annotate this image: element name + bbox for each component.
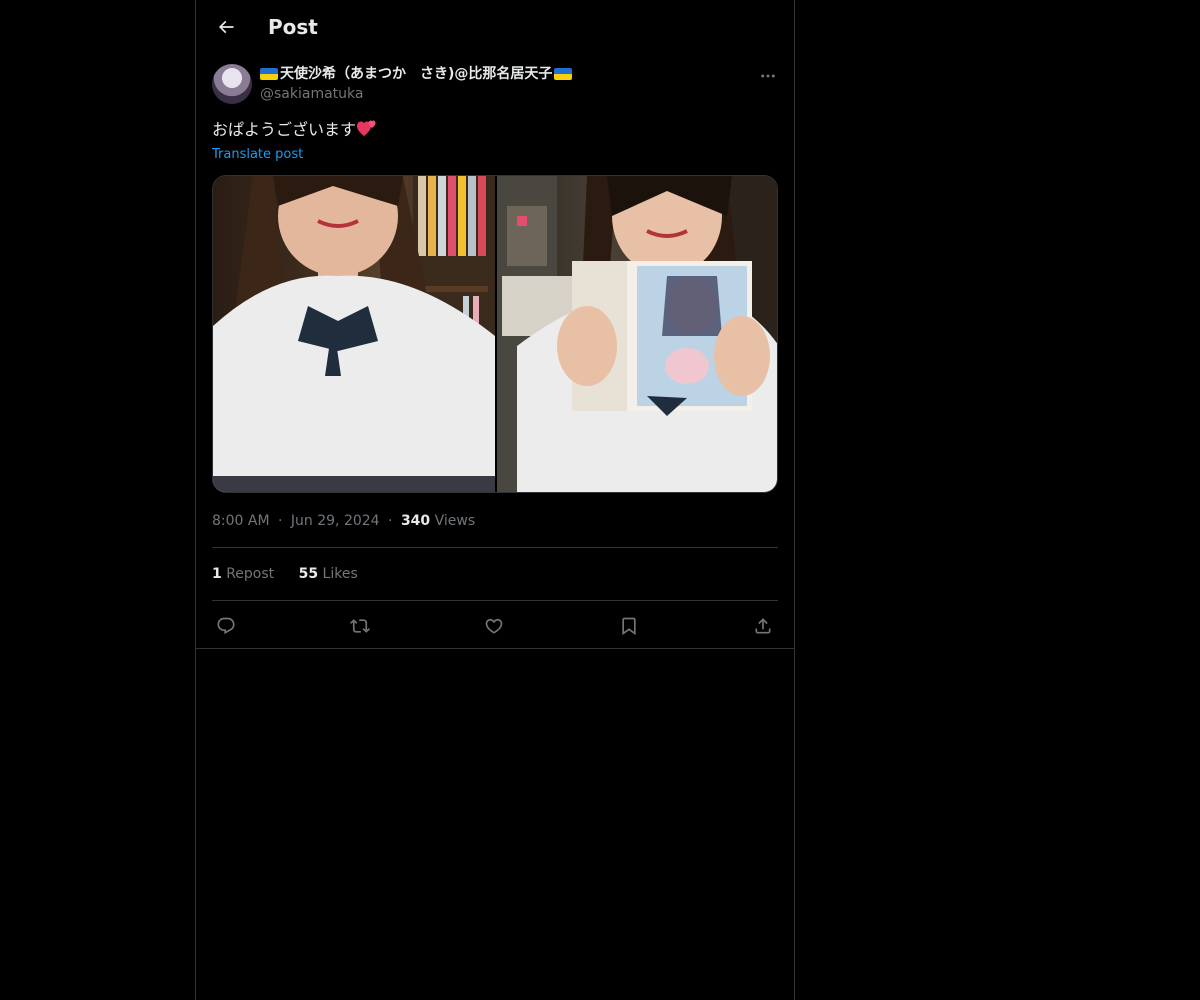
likes-count-link[interactable]: 55 Likes (299, 564, 358, 584)
bookmark-icon (619, 616, 639, 636)
post-detail-column: Post 天使沙希（あまつか さき)@比那名居天子 @sakiamatuka お… (195, 0, 795, 1000)
ukraine-flag-icon (554, 68, 573, 80)
author-handle[interactable]: @sakiamatuka (260, 84, 740, 104)
action-bar (212, 612, 778, 640)
more-horizontal-icon (759, 67, 777, 85)
author-block: 天使沙希（あまつか さき)@比那名居天子 @sakiamatuka (260, 64, 740, 104)
engagement-counts: 1 Repost 55 Likes (212, 564, 378, 584)
like-button[interactable] (480, 612, 508, 640)
avatar[interactable] (212, 64, 252, 104)
share-icon (753, 616, 773, 636)
repost-button[interactable] (346, 612, 374, 640)
divider (212, 547, 778, 548)
likes-count: 55 (298, 566, 319, 582)
heart-icon (484, 616, 504, 636)
repost-icon (350, 616, 370, 636)
reposts-label: Repost (226, 566, 275, 582)
post-text: おぱようございます (212, 118, 376, 142)
likes-label: Likes (322, 566, 358, 582)
views-count: 340 (400, 513, 431, 529)
post-text-content: おぱようございます (212, 120, 357, 139)
share-button[interactable] (749, 612, 777, 640)
bookmark-button[interactable] (615, 612, 643, 640)
back-button[interactable] (208, 9, 244, 45)
photo-right[interactable] (497, 176, 777, 492)
two-hearts-emoji-icon (356, 118, 376, 138)
meta-separator: · (388, 513, 393, 529)
page-title: Post (268, 15, 318, 39)
author-name: 天使沙希（あまつか さき)@比那名居天子 (280, 66, 553, 82)
reply-button[interactable] (212, 612, 240, 640)
translate-post-link[interactable]: Translate post (212, 146, 303, 164)
arrow-left-icon (216, 17, 236, 37)
ukraine-flag-icon (260, 68, 278, 80)
photo-left[interactable] (213, 176, 495, 492)
reposts-count-link[interactable]: 1 Repost (212, 564, 274, 584)
post-date[interactable]: Jun 29, 2024 (291, 513, 380, 529)
media-grid[interactable] (212, 175, 778, 493)
divider (212, 600, 778, 601)
meta-separator: · (278, 513, 283, 529)
divider (196, 648, 794, 649)
more-options-button[interactable] (756, 64, 780, 88)
reply-icon (216, 616, 236, 636)
post-meta: 8:00 AM · Jun 29, 2024 · 340 Views (212, 511, 475, 531)
post-time[interactable]: 8:00 AM (212, 513, 270, 529)
reposts-count: 1 (212, 566, 222, 582)
views-label: Views (434, 513, 476, 529)
top-bar: Post (196, 0, 794, 54)
author-name-row[interactable]: 天使沙希（あまつか さき)@比那名居天子 (260, 64, 740, 84)
